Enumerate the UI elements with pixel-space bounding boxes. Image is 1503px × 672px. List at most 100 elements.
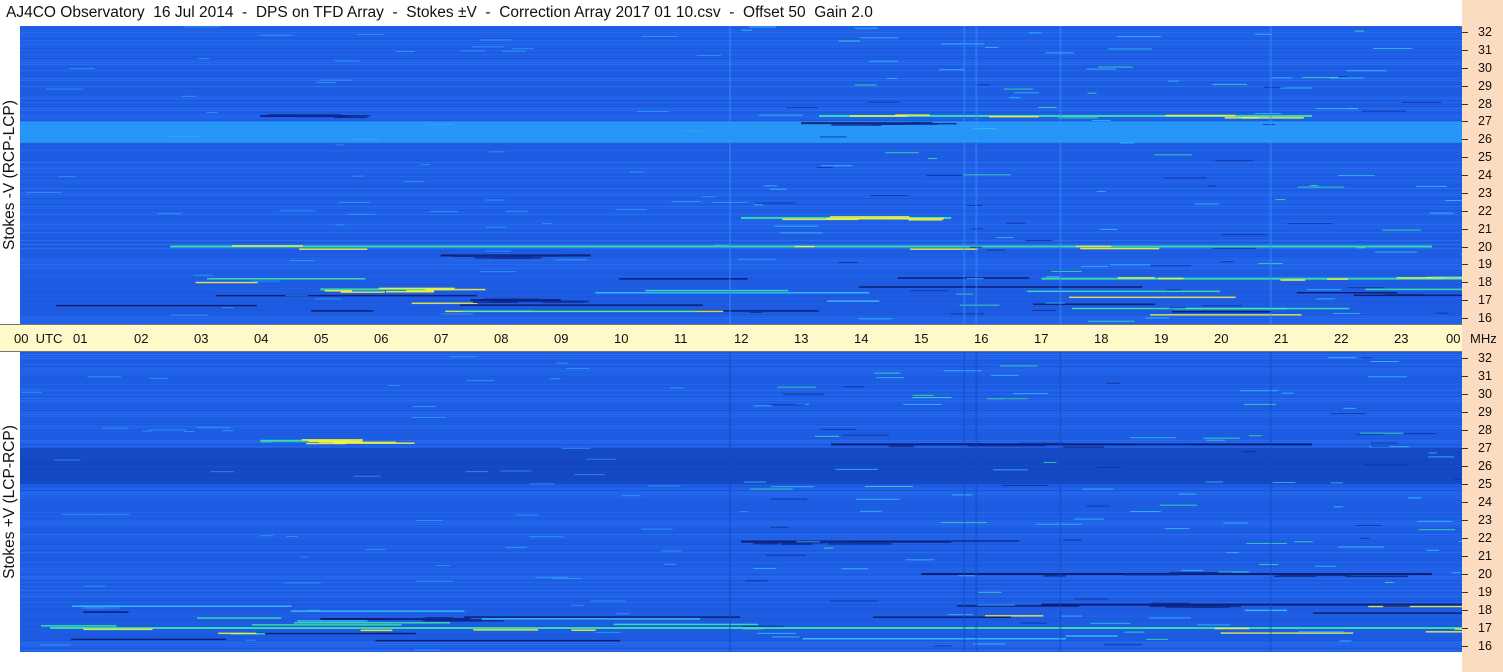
noise-streak [1445, 200, 1462, 202]
noise-streak [85, 607, 105, 609]
interference-streak [294, 622, 450, 624]
noise-streak [1212, 247, 1256, 249]
noise-row [20, 64, 1462, 65]
time-tick-label: 11 [674, 331, 688, 346]
vertical-artifact [975, 352, 978, 652]
noise-streak [1363, 464, 1407, 466]
noise-streak [1097, 66, 1133, 68]
time-tick-label: 04 [254, 331, 269, 346]
noise-row [20, 322, 1462, 323]
noise-row [20, 38, 1462, 39]
noise-streak [859, 37, 899, 39]
noise-row [20, 198, 1462, 199]
noise-streak [1061, 615, 1083, 617]
freq-tick [1462, 358, 1468, 359]
noise-row [20, 504, 1462, 505]
freq-tick-label: 17 [1478, 621, 1492, 635]
noise-streak [1361, 357, 1373, 359]
emission-burst-fragment [1280, 279, 1306, 281]
noise-row [20, 164, 1462, 165]
noise-row [20, 212, 1462, 213]
noise-streak [1254, 33, 1272, 35]
noise-streak [1032, 309, 1056, 311]
freq-tick [1462, 228, 1468, 230]
vertical-artifact [963, 26, 966, 324]
noise-streak [772, 636, 800, 638]
noise-row [20, 432, 1462, 433]
noise-streak [251, 280, 280, 282]
noise-streak [555, 259, 588, 261]
noise-streak [819, 136, 847, 138]
time-tick-label: 10 [614, 331, 629, 346]
noise-streak [1360, 537, 1370, 539]
noise-streak [54, 459, 81, 461]
time-tick-label: 03 [194, 331, 209, 346]
noise-streak [334, 60, 360, 62]
time-tick-label: 17 [1034, 331, 1049, 346]
freq-tick-label: 28 [1478, 423, 1492, 437]
interference-streak [984, 615, 1044, 617]
noise-streak [307, 609, 321, 611]
noise-streak [854, 27, 878, 29]
noise-row [20, 536, 1462, 537]
noise-streak [1090, 622, 1131, 624]
emission-burst-fragment [1224, 117, 1259, 119]
vertical-artifact [975, 26, 978, 324]
noise-streak [615, 613, 630, 615]
noise-row [20, 272, 1462, 273]
noise-streak [1168, 80, 1180, 82]
noise-streak [1370, 361, 1399, 363]
noise-row [20, 534, 1462, 535]
noise-streak [170, 314, 208, 316]
freq-tick [1462, 85, 1468, 87]
noise-streak [68, 68, 95, 70]
noise-streak [61, 513, 98, 515]
noise-row [20, 112, 1462, 113]
noise-streak [875, 377, 905, 379]
vertical-artifact [963, 352, 966, 652]
noise-streak [1063, 539, 1082, 541]
noise-streak [412, 406, 437, 408]
noise-streak [947, 614, 974, 616]
freq-tick [1462, 121, 1468, 123]
noise-streak [413, 649, 441, 651]
noise-streak [1428, 456, 1454, 458]
noise-row [20, 48, 1462, 49]
noise-row [20, 144, 1462, 145]
noise-row [20, 392, 1462, 393]
noise-streak [1013, 393, 1048, 395]
noise-streak [1343, 407, 1356, 409]
noise-streak [245, 639, 256, 641]
freq-tick [1462, 520, 1468, 521]
noise-streak [101, 427, 128, 429]
emission-burst-fragment [1080, 247, 1160, 250]
noise-row [20, 192, 1462, 193]
freq-tick-label: 17 [1478, 293, 1492, 308]
noise-streak [966, 204, 983, 206]
noise-streak [959, 304, 1000, 306]
noise-streak [1356, 434, 1384, 436]
noise-row [20, 96, 1462, 97]
noise-row [20, 238, 1462, 239]
noise-streak [1206, 439, 1226, 441]
emission-burst-fragment [1214, 627, 1250, 630]
emission-burst-fragment [920, 443, 981, 445]
noise-streak [1223, 522, 1248, 524]
noise-streak [755, 202, 796, 204]
emission-burst-fragment [385, 291, 434, 293]
noise-streak [1385, 581, 1394, 583]
noise-streak [780, 232, 823, 234]
noise-streak [1314, 565, 1337, 567]
noise-streak [1074, 518, 1105, 520]
noise-row [20, 588, 1462, 589]
time-tick-label: 13 [794, 331, 809, 346]
noise-row [20, 506, 1462, 507]
freq-tick [1462, 484, 1468, 485]
interference-streak [297, 620, 368, 622]
time-tick-label: 16 [974, 331, 989, 346]
noise-streak [1006, 222, 1026, 224]
emission-burst-fragment [827, 543, 892, 545]
noise-streak [1166, 289, 1182, 291]
noise-streak [26, 191, 62, 193]
noise-streak [766, 554, 806, 556]
